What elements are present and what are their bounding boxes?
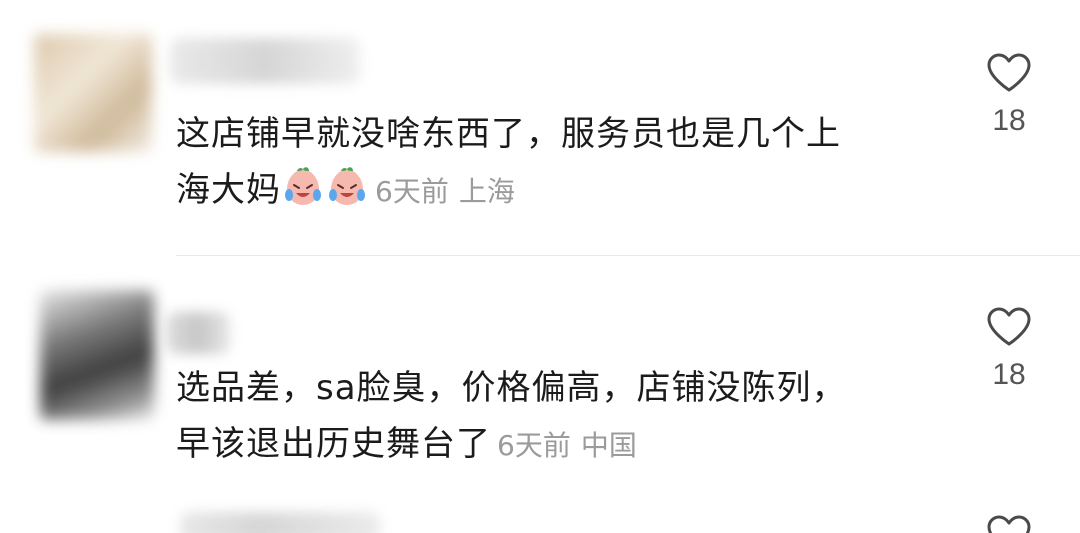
avatar[interactable]	[40, 290, 154, 420]
like-button[interactable]: 18	[982, 52, 1036, 138]
comment-text-line2: 海大妈	[176, 170, 281, 210]
like-count: 18	[992, 358, 1026, 391]
comment-meta: 6天前 中国	[497, 429, 637, 462]
comment-meta: 6天前 上海	[375, 175, 515, 208]
comment-time: 6天前	[375, 175, 449, 208]
avatar[interactable]	[180, 512, 380, 533]
like-button[interactable]	[982, 514, 1036, 533]
heart-outline-icon[interactable]	[986, 306, 1032, 348]
comment-text-line1: 这店铺早就没啥东西了，服务员也是几个上	[176, 114, 841, 154]
heart-outline-icon[interactable]	[986, 514, 1032, 533]
avatar[interactable]	[34, 34, 152, 152]
username[interactable]	[166, 312, 230, 354]
comment-text-line2: 早该退出历史舞台了	[176, 424, 491, 464]
comment-text-line1: 选品差，sa脸臭，价格偏高，店铺没陈列，	[176, 368, 847, 408]
heart-outline-icon[interactable]	[986, 52, 1032, 94]
comment-item[interactable]	[0, 500, 1080, 533]
comment-time: 6天前	[497, 429, 571, 462]
comment-location: 中国	[580, 429, 637, 462]
like-count: 18	[992, 104, 1026, 137]
comment-item[interactable]: 选品差，sa脸臭，价格偏高，店铺没陈列， 早该退出历史舞台了 6天前 中国 18	[0, 256, 1080, 496]
comment-text: 这店铺早就没啥东西了，服务员也是几个上 海大妈 6天前 上海	[176, 106, 946, 220]
username[interactable]	[170, 38, 360, 84]
crying-laughing-peach-emoji	[325, 165, 369, 209]
comment-item[interactable]: 这店铺早就没啥东西了，服务员也是几个上 海大妈 6天前 上海 18	[0, 0, 1080, 256]
like-button[interactable]: 18	[982, 306, 1036, 392]
comment-location: 上海	[458, 175, 515, 208]
comment-text: 选品差，sa脸臭，价格偏高，店铺没陈列， 早该退出历史舞台了 6天前 中国	[176, 360, 946, 474]
crying-laughing-peach-emoji	[281, 165, 325, 209]
